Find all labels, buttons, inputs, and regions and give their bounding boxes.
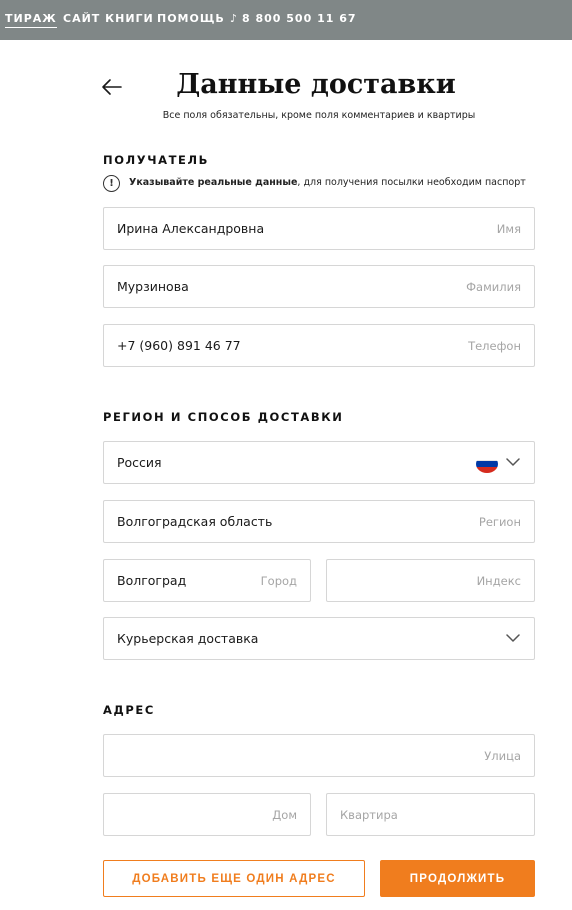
continue-button[interactable]: ПРОДОЛЖИТЬ [380,860,535,897]
notice-strong-text: Указывайте реальные данные [129,177,298,188]
notice-rest-text: , для получения посылки необходим паспор… [297,177,526,188]
section-title-delivery: РЕГИОН И СПОСОБ ДОСТАВКИ [103,410,344,424]
nav-link-book-site[interactable]: САЙТ КНИГИ [63,12,154,28]
nav-phone-link[interactable]: ♪ 8 800 500 11 67 [230,12,357,28]
country-select[interactable]: Россия [103,441,535,484]
last-name-label: Фамилия [466,280,521,294]
city-field[interactable]: Волгоград Город [103,559,311,602]
city-value: Волгоград [117,573,187,588]
street-label: Улица [484,749,521,763]
apartment-field[interactable]: Квартира [326,793,535,836]
house-field[interactable]: Дом [103,793,311,836]
russia-flag-icon [476,455,498,473]
page-subtitle: Все поля обязательны, кроме поля коммент… [162,110,476,121]
section-title-recipient: ПОЛУЧАТЕЛЬ [103,153,210,167]
apartment-label: Квартира [340,808,398,822]
arrow-left-icon [102,79,122,95]
phone-value: +7 (960) 891 46 77 [117,338,241,353]
delivery-method-value: Курьерская доставка [117,631,259,646]
region-field[interactable]: Волгоградская область Регион [103,500,535,543]
first-name-value: Ирина Александровна [117,221,265,236]
section-title-address: АДРЕС [103,703,155,717]
delivery-method-select[interactable]: Курьерская доставка [103,617,535,660]
add-address-button[interactable]: ДОБАВИТЬ ЕЩЕ ОДИН АДРЕС [103,860,365,897]
street-field[interactable]: Улица [103,734,535,777]
passport-notice: Указывайте реальные данные, для получени… [103,174,543,192]
postal-code-field[interactable]: Индекс [326,559,535,602]
postal-code-label: Индекс [476,574,521,588]
phone-label: Телефон [468,339,521,353]
first-name-label: Имя [496,222,521,236]
house-label: Дом [272,808,297,822]
city-label: Город [260,574,297,588]
top-nav-bar: ТИРАЖ САЙТ КНИГИ ПОМОЩЬ ♪ 8 800 500 11 67 [0,0,572,40]
last-name-field[interactable]: Мурзинова Фамилия [103,265,535,308]
notice-text: Указывайте реальные данные, для получени… [129,176,526,190]
nav-phone-number: 8 800 500 11 67 [242,12,357,25]
last-name-value: Мурзинова [117,279,189,294]
nav-link-tirazh[interactable]: ТИРАЖ [5,12,57,28]
region-label: Регион [478,515,521,529]
page-title: Данные доставки [176,69,456,100]
phone-icon: ♪ [230,12,239,25]
chevron-down-icon [506,458,520,466]
info-icon [103,174,120,192]
chevron-down-icon [506,634,520,642]
phone-field[interactable]: +7 (960) 891 46 77 Телефон [103,324,535,367]
back-button[interactable] [100,75,124,99]
nav-link-help[interactable]: ПОМОЩЬ [157,12,225,28]
country-value: Россия [117,455,162,470]
region-value: Волгоградская область [117,514,273,529]
first-name-field[interactable]: Ирина Александровна Имя [103,207,535,250]
